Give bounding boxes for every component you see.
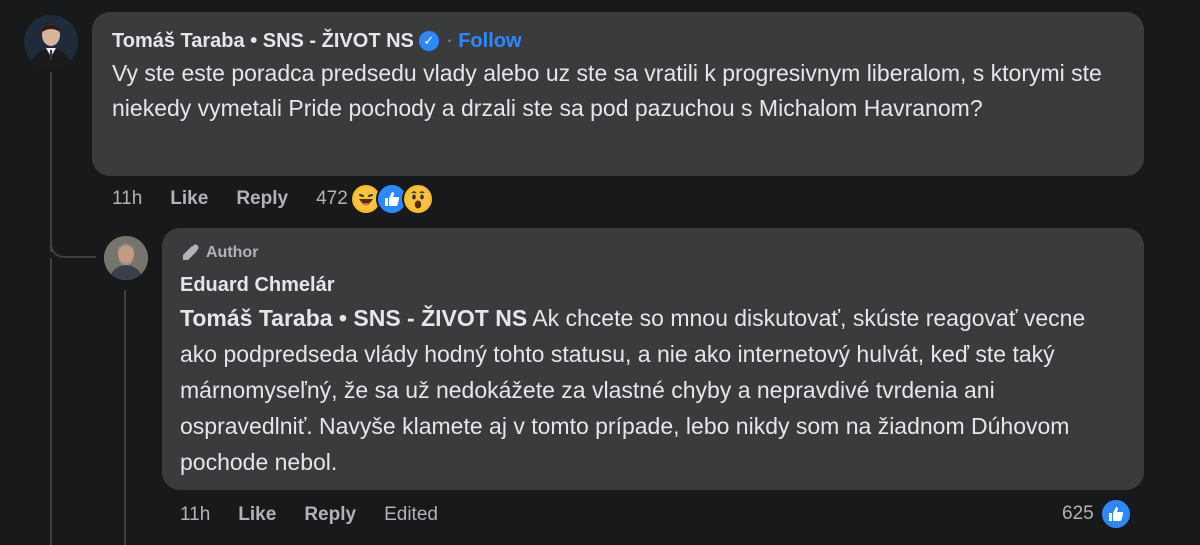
like-button[interactable]: Like bbox=[238, 504, 276, 526]
reactions-summary[interactable]: 625 bbox=[1062, 498, 1132, 530]
author-badge: Author bbox=[180, 242, 1126, 264]
profile-photo-icon bbox=[24, 15, 78, 69]
author-badge-label: Author bbox=[206, 244, 259, 261]
reply-thread-line bbox=[124, 290, 126, 545]
comment-text: Vy ste este poradca predsedu vlady alebo… bbox=[112, 60, 1102, 121]
comment-timestamp[interactable]: 11h bbox=[112, 188, 142, 210]
thread-connector bbox=[50, 228, 96, 258]
profile-photo-icon bbox=[104, 236, 148, 280]
avatar[interactable] bbox=[104, 236, 148, 280]
comment-text: Tomáš Taraba • SNS - ŽIVOT NS Ak chcete … bbox=[180, 300, 1126, 480]
follow-button[interactable]: Follow bbox=[458, 28, 521, 54]
reaction-count[interactable]: 472 bbox=[316, 188, 348, 210]
reply-actions: 11h Like Reply Edited bbox=[180, 500, 466, 530]
comment-author[interactable]: Tomáš Taraba • SNS - ŽIVOT NS bbox=[112, 28, 414, 54]
comment-actions: 11h Like Reply 472 bbox=[112, 183, 434, 215]
comment-author[interactable]: Eduard Chmelár bbox=[180, 270, 1126, 300]
edited-label[interactable]: Edited bbox=[384, 504, 438, 526]
reaction-count[interactable]: 625 bbox=[1062, 503, 1094, 525]
verified-badge-icon: ✓ bbox=[418, 31, 439, 51]
reactions-summary[interactable] bbox=[349, 183, 434, 215]
wow-icon bbox=[401, 183, 434, 215]
avatar[interactable] bbox=[24, 15, 78, 69]
like-button[interactable]: Like bbox=[170, 188, 208, 210]
thread-line bbox=[50, 72, 52, 252]
like-icon bbox=[1099, 498, 1132, 530]
microphone-icon bbox=[183, 244, 199, 260]
reply-bubble: Author Eduard Chmelár Tomáš Taraba • SNS… bbox=[162, 228, 1144, 490]
separator-dot: · bbox=[446, 32, 453, 49]
comment-bubble: Tomáš Taraba • SNS - ŽIVOT NS ✓ · Follow… bbox=[92, 12, 1144, 176]
mention-link[interactable]: Tomáš Taraba • SNS - ŽIVOT NS bbox=[180, 305, 527, 331]
reply-button[interactable]: Reply bbox=[304, 504, 356, 526]
comment-timestamp[interactable]: 11h bbox=[180, 504, 210, 526]
reply-button[interactable]: Reply bbox=[236, 188, 288, 210]
thread-line bbox=[50, 258, 52, 545]
